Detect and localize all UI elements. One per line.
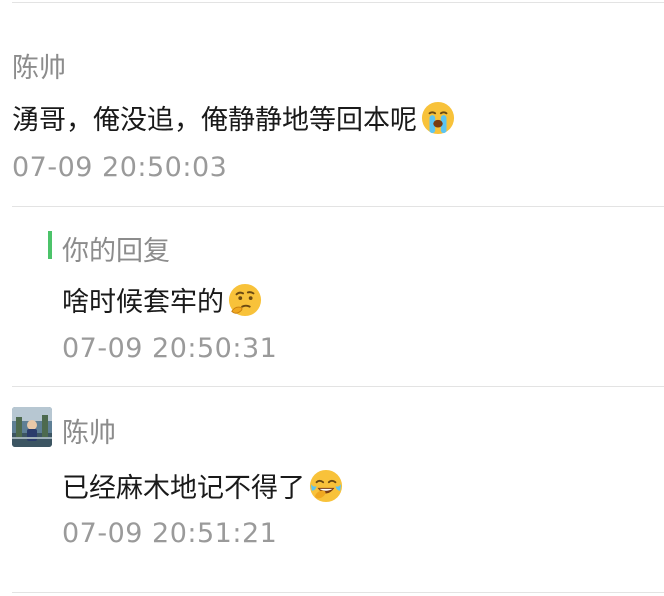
reply-text-content: 啥时候套牢的 <box>62 287 224 318</box>
comment-divider <box>12 206 664 207</box>
comment-author[interactable]: 陈帅 <box>62 411 116 450</box>
comment-text-content: 已经麻木地记不得了 <box>62 473 305 504</box>
reply-text[interactable]: 啥时候套牢的 <box>62 280 262 319</box>
top-divider <box>12 2 664 3</box>
comment-text[interactable]: 已经麻木地记不得了 <box>62 466 343 505</box>
avatar-image <box>12 407 52 447</box>
user-avatar[interactable] <box>12 407 52 447</box>
reply-time: 07-09 20:50:31 <box>62 333 278 364</box>
reply-label: 你的回复 <box>62 236 170 267</box>
comment-time: 07-09 20:51:21 <box>62 518 278 549</box>
bottom-divider <box>12 592 664 593</box>
comment-time: 07-09 20:50:03 <box>12 152 228 183</box>
reply-divider <box>12 386 664 387</box>
tears-of-joy-face-icon <box>309 469 343 502</box>
thinking-face-icon <box>228 283 262 316</box>
reply-accent-bar <box>48 231 52 259</box>
comment-text[interactable]: 湧哥，俺没追，俺静静地等回本呢 <box>12 98 455 137</box>
comment-author[interactable]: 陈帅 <box>12 46 66 85</box>
crying-face-icon <box>421 101 455 134</box>
comment-text-content: 湧哥，俺没追，俺静静地等回本呢 <box>12 105 417 136</box>
